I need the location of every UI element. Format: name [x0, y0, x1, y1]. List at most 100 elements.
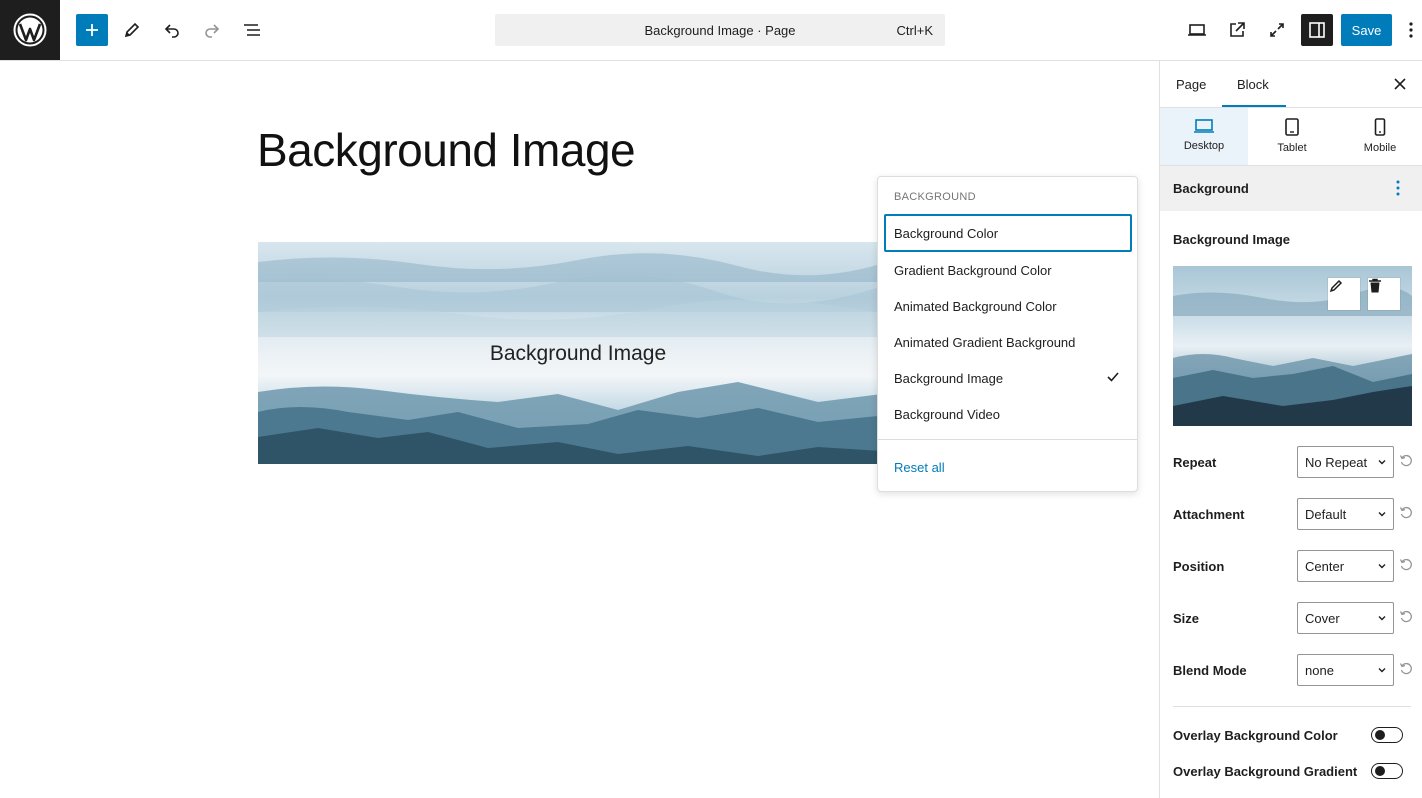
- reset-all-button[interactable]: Reset all: [894, 460, 945, 475]
- background-options-menu: Background Background Color Gradient Bac…: [877, 176, 1138, 492]
- select-value: Center: [1305, 558, 1345, 574]
- menu-item-label: Gradient Background Color: [894, 262, 1052, 278]
- undo-icon: [164, 24, 179, 38]
- keyboard-shortcut: Ctrl+K: [896, 23, 933, 38]
- menu-item-label: Background Video: [894, 406, 1001, 422]
- blend-mode-select[interactable]: none: [1297, 654, 1394, 686]
- add-block-button[interactable]: [76, 14, 108, 46]
- laptop-icon: [1188, 24, 1206, 36]
- list-view-icon: [244, 24, 260, 36]
- overlay-color-label: Overlay Background Color: [1173, 728, 1338, 743]
- select-value: No Repeat: [1305, 454, 1368, 470]
- redo-icon: [205, 24, 220, 38]
- device-label: Desktop: [1183, 140, 1225, 152]
- settings-toggle-button[interactable]: [1301, 14, 1333, 46]
- reset-icon[interactable]: [1399, 558, 1413, 572]
- overlay-gradient-label: Overlay Background Gradient: [1173, 764, 1358, 779]
- expand-icon: [1270, 23, 1284, 37]
- desktop-icon: [1194, 119, 1214, 133]
- select-value: Default: [1305, 506, 1347, 522]
- background-image-block[interactable]: Background Image: [258, 242, 898, 464]
- menu-item-label: Background Color: [894, 225, 999, 241]
- wordpress-icon: [13, 13, 47, 47]
- page-title[interactable]: Background Image: [257, 123, 636, 177]
- divider: [1173, 706, 1411, 707]
- save-button[interactable]: Save: [1341, 14, 1392, 46]
- menu-item-background-video[interactable]: Background Video: [884, 395, 1132, 433]
- device-desktop[interactable]: Desktop: [1160, 108, 1248, 165]
- active-tab-indicator: [1222, 105, 1286, 107]
- settings-sidebar: Page Block Desktop Tablet Mobile Backgro…: [1159, 61, 1422, 798]
- menu-item-animated-gradient-background[interactable]: Animated Gradient Background: [884, 323, 1132, 361]
- device-label: Tablet: [1277, 142, 1307, 154]
- device-switcher: Desktop Tablet Mobile: [1160, 108, 1422, 166]
- device-mobile[interactable]: Mobile: [1336, 108, 1422, 165]
- background-image-label: Background Image: [1173, 232, 1291, 247]
- document-overview-button[interactable]: [236, 14, 268, 46]
- menu-item-label: Animated Background Color: [894, 298, 1057, 314]
- edit-image-button[interactable]: [1328, 278, 1360, 310]
- device-preview-button[interactable]: [1181, 14, 1213, 46]
- menu-item-gradient-background-color[interactable]: Gradient Background Color: [884, 251, 1132, 289]
- reset-icon[interactable]: [1399, 662, 1413, 676]
- sidebar-icon: [1309, 22, 1325, 38]
- select-value: none: [1305, 662, 1334, 678]
- block-text[interactable]: Background Image: [258, 342, 898, 366]
- more-vertical-icon[interactable]: [1396, 180, 1400, 196]
- chevron-down-icon: [1378, 668, 1386, 673]
- select-value: Cover: [1305, 610, 1340, 626]
- sidebar-tabs: Page Block: [1160, 61, 1422, 108]
- overlay-gradient-toggle[interactable]: [1371, 763, 1403, 779]
- menu-item-background-color[interactable]: Background Color: [884, 214, 1132, 252]
- menu-item-animated-background-color[interactable]: Animated Background Color: [884, 287, 1132, 325]
- reset-icon[interactable]: [1399, 506, 1413, 520]
- external-link-icon: [1230, 22, 1245, 37]
- wordpress-logo-button[interactable]: [0, 0, 60, 60]
- chevron-down-icon: [1378, 564, 1386, 569]
- mobile-icon: [1374, 118, 1386, 136]
- menu-item-label: Background Image: [894, 370, 1004, 386]
- repeat-select[interactable]: No Repeat: [1297, 446, 1394, 478]
- editor-header: Background Image · Page Ctrl+K Save: [0, 0, 1422, 61]
- panel-title: Background: [1173, 181, 1249, 196]
- view-page-button[interactable]: [1221, 14, 1253, 46]
- undo-button[interactable]: [156, 14, 188, 46]
- command-palette-bar[interactable]: Background Image · Page Ctrl+K: [495, 14, 945, 46]
- device-label: Mobile: [1363, 142, 1397, 154]
- chevron-down-icon: [1378, 616, 1386, 621]
- menu-item-label: Animated Gradient Background: [894, 334, 1076, 350]
- size-label: Size: [1173, 611, 1200, 626]
- close-icon[interactable]: [1392, 76, 1408, 92]
- chevron-down-icon: [1378, 512, 1386, 517]
- plus-icon: [86, 24, 98, 36]
- menu-heading: Background: [894, 191, 976, 203]
- tablet-icon: [1285, 118, 1299, 136]
- position-label: Position: [1173, 559, 1225, 574]
- more-vertical-icon: [1409, 22, 1413, 38]
- menu-item-background-image[interactable]: Background Image: [884, 359, 1132, 397]
- reset-icon[interactable]: [1399, 454, 1413, 468]
- tab-block[interactable]: Block: [1237, 77, 1269, 92]
- tools-button[interactable]: [116, 14, 148, 46]
- pencil-icon: [124, 22, 140, 38]
- trash-icon: [1369, 278, 1381, 293]
- background-image-preview[interactable]: [1173, 266, 1412, 426]
- blend-mode-label: Blend Mode: [1173, 663, 1247, 678]
- position-select[interactable]: Center: [1297, 550, 1394, 582]
- size-select[interactable]: Cover: [1297, 602, 1394, 634]
- reset-icon[interactable]: [1399, 610, 1413, 624]
- redo-button[interactable]: [196, 14, 228, 46]
- menu-divider: [878, 439, 1137, 440]
- tab-page[interactable]: Page: [1176, 77, 1206, 92]
- overlay-color-toggle[interactable]: [1371, 727, 1403, 743]
- device-tablet[interactable]: Tablet: [1248, 108, 1336, 165]
- chevron-down-icon: [1378, 460, 1386, 465]
- document-title: Background Image · Page: [644, 22, 796, 38]
- options-menu-button[interactable]: [1400, 14, 1422, 46]
- remove-image-button[interactable]: [1368, 278, 1400, 310]
- fullscreen-button[interactable]: [1261, 14, 1293, 46]
- pencil-icon: [1329, 279, 1343, 293]
- attachment-select[interactable]: Default: [1297, 498, 1394, 530]
- attachment-label: Attachment: [1173, 507, 1245, 522]
- repeat-label: Repeat: [1173, 455, 1217, 470]
